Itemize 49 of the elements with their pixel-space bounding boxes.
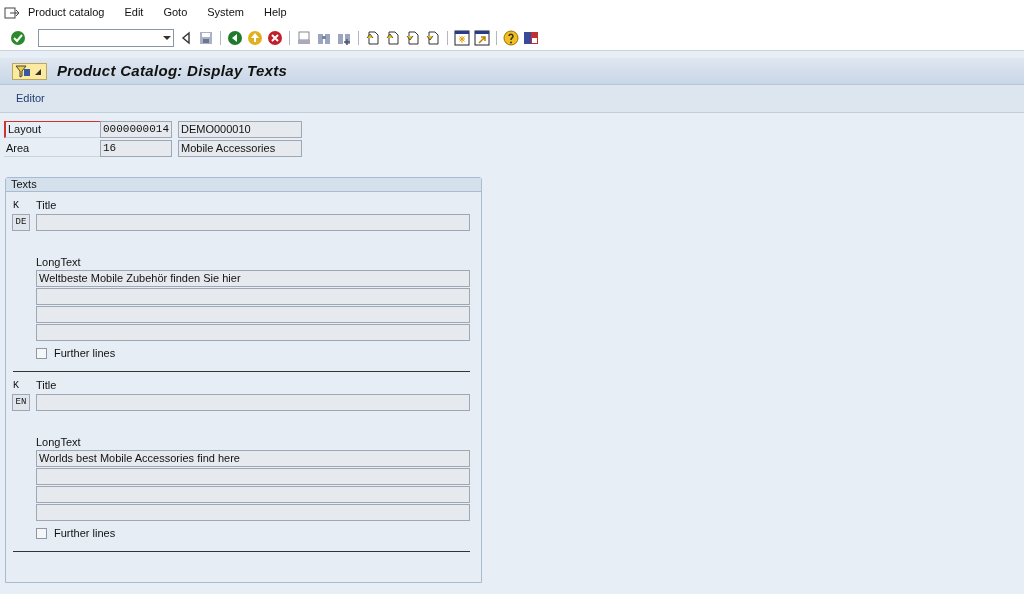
field-label: LongText xyxy=(36,255,82,270)
input-field[interactable]: Mobile Accessories xyxy=(178,140,302,157)
input-field[interactable] xyxy=(36,324,470,341)
page-last-icon[interactable] xyxy=(425,29,441,46)
column-label: Title xyxy=(36,378,57,394)
menu-item[interactable]: System xyxy=(207,4,244,21)
page-first-icon[interactable] xyxy=(365,29,381,46)
page-down-icon[interactable] xyxy=(405,29,421,46)
checkbox[interactable]: Further lines xyxy=(36,525,470,542)
menu-icon[interactable] xyxy=(4,4,20,21)
menu-item[interactable]: Goto xyxy=(163,4,188,21)
save-icon[interactable] xyxy=(198,29,214,46)
checkmark-icon[interactable] xyxy=(10,29,26,46)
screen-title: Product Catalog: Display Texts xyxy=(57,60,288,81)
help-icon[interactable] xyxy=(503,29,519,46)
column-label: K xyxy=(12,199,20,213)
command-field[interactable] xyxy=(38,28,174,47)
input-field[interactable] xyxy=(36,306,470,323)
layout-settings-icon[interactable] xyxy=(523,29,539,46)
new-window-icon[interactable] xyxy=(454,29,470,46)
toolbar-button[interactable]: Editor xyxy=(10,90,51,107)
cancel-icon[interactable] xyxy=(267,29,283,46)
shortcut-icon[interactable] xyxy=(474,29,490,46)
menu-item[interactable]: Edit xyxy=(124,4,144,21)
dropdown-icon xyxy=(163,35,171,40)
input-field[interactable] xyxy=(36,394,470,411)
column-label: Title xyxy=(36,198,57,214)
input-field[interactable]: Worlds best Mobile Accessories find here xyxy=(36,450,470,467)
input-field[interactable]: 16 xyxy=(100,140,172,157)
page-up-icon[interactable] xyxy=(385,29,401,46)
input-field[interactable]: 0000000014 xyxy=(100,121,172,138)
input-field[interactable]: DEMO000010 xyxy=(178,121,302,138)
menu-item[interactable]: Product catalog xyxy=(28,4,105,21)
field-label: LongText xyxy=(36,435,82,450)
column-label: K xyxy=(12,379,20,393)
funnel-icon xyxy=(15,63,31,79)
variant-button[interactable] xyxy=(12,62,47,80)
input-field[interactable] xyxy=(36,504,470,521)
back-icon[interactable] xyxy=(227,29,243,46)
language-key: DE xyxy=(12,214,30,231)
group-title: Texts xyxy=(6,178,481,192)
input-field[interactable] xyxy=(36,468,470,485)
input-field[interactable] xyxy=(36,214,470,231)
menu-item[interactable]: Help xyxy=(263,4,287,21)
input-field[interactable] xyxy=(36,288,470,305)
language-key: EN xyxy=(12,394,30,411)
checkbox[interactable]: Further lines xyxy=(36,345,470,362)
input-field[interactable] xyxy=(36,486,470,503)
input-field[interactable]: Weltbeste Mobile Zubehör finden Sie hier xyxy=(36,270,470,287)
